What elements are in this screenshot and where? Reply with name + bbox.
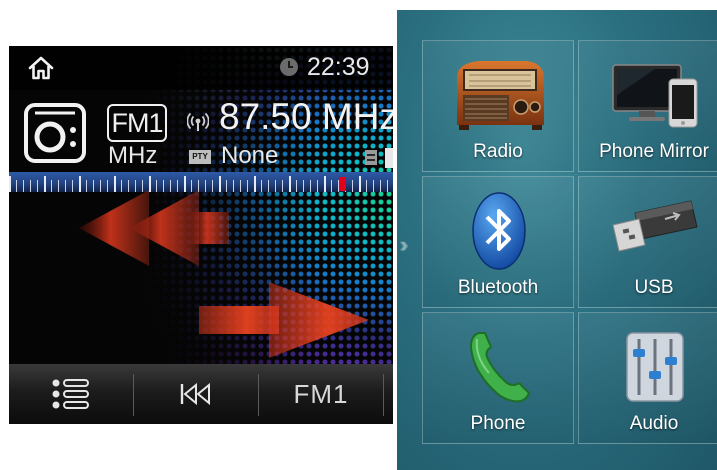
tile-audio[interactable]: Audio: [578, 312, 717, 444]
swipe-right-arrow-icon: [199, 282, 369, 358]
chevron-right-icon: ›››: [399, 232, 409, 257]
tile-label: Phone: [470, 413, 526, 434]
list-icon: [52, 379, 89, 409]
band-indicator: FM1: [107, 104, 167, 142]
bluetooth-icon: [472, 192, 526, 270]
pty-badge: PTY: [189, 150, 211, 164]
vintage-radio-icon: [457, 61, 544, 130]
tuner-needle[interactable]: [339, 177, 346, 191]
clock-time: 22:39: [307, 53, 370, 81]
station-info: FM1 MHz 87.50 MHz PTY None: [9, 94, 393, 174]
list-button[interactable]: [9, 364, 133, 424]
tile-radio[interactable]: Radio: [422, 40, 574, 172]
tile-bluetooth[interactable]: Bluetooth: [422, 176, 574, 308]
tile-label: Radio: [473, 141, 523, 162]
tile-label: Phone Mirror: [599, 141, 709, 162]
equalizer-icon: [626, 332, 684, 402]
tile-label: Audio: [629, 413, 679, 434]
phone-mirror-icon: [612, 64, 698, 128]
band-button[interactable]: FM1: [259, 364, 383, 424]
pty-value: None: [221, 142, 279, 169]
tile-phone[interactable]: Phone: [422, 312, 574, 444]
phone-handset-icon: [469, 332, 531, 403]
radio-source-icon[interactable]: [23, 102, 87, 164]
tile-usb[interactable]: USB: [578, 176, 717, 308]
frequency-display: 87.50 MHz: [219, 96, 393, 137]
tile-label: Bluetooth: [457, 277, 539, 298]
band-button-label: FM1: [293, 378, 349, 409]
app-menu-screen: ››› Radio Phone Mirror Bluetooth USB Pho…: [397, 10, 717, 470]
radio-screen: 22:39 FM1 MHz 87.50 MHz PTY None FM1: [9, 46, 393, 424]
status-bar: 22:39: [9, 46, 393, 90]
signal-icon: [187, 112, 209, 131]
skip-previous-icon: [180, 382, 210, 406]
tile-phone-mirror[interactable]: Phone Mirror: [578, 40, 717, 172]
usb-icon: [612, 200, 698, 252]
radiotext-icon: [365, 150, 377, 165]
unit-label: MHz: [108, 142, 158, 169]
swipe-left-arrow-icon: [79, 190, 229, 266]
tile-label: USB: [634, 277, 674, 298]
home-icon[interactable]: [27, 55, 55, 81]
previous-button[interactable]: [134, 364, 258, 424]
clock-icon: [280, 58, 298, 76]
control-bar: FM1: [9, 364, 393, 424]
